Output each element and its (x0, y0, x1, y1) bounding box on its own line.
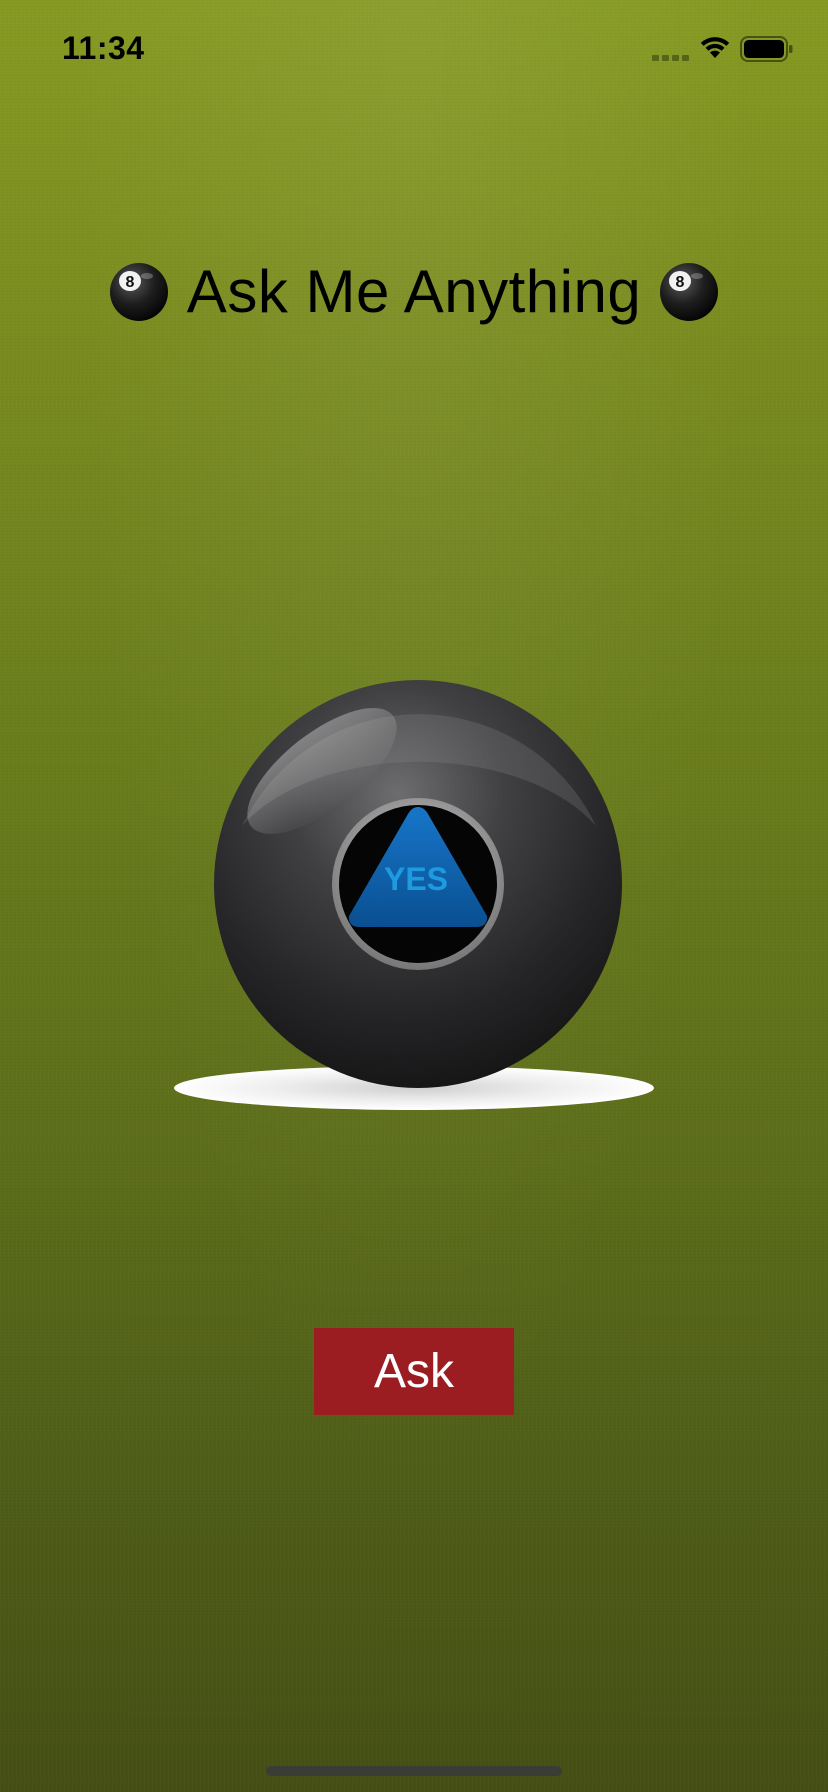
eight-ball-icon: 8 (660, 263, 719, 321)
eight-ball-icon: 8 (109, 263, 168, 321)
ask-button[interactable]: Ask (314, 1328, 514, 1415)
status-time: 11:34 (62, 30, 145, 66)
battery-icon (740, 36, 793, 62)
svg-text:8: 8 (125, 274, 134, 291)
answer-text: YES (384, 861, 448, 897)
title-row: 8 Ask Me Anything 8 (0, 256, 828, 328)
home-indicator[interactable] (266, 1766, 562, 1776)
svg-text:8: 8 (676, 274, 685, 291)
cellular-signal-icon (652, 55, 689, 61)
magic-ball-image: YES (174, 680, 654, 1110)
page-title: Ask Me Anything (186, 258, 642, 325)
wifi-icon (700, 37, 730, 58)
status-bar: 11:34 (0, 0, 828, 100)
